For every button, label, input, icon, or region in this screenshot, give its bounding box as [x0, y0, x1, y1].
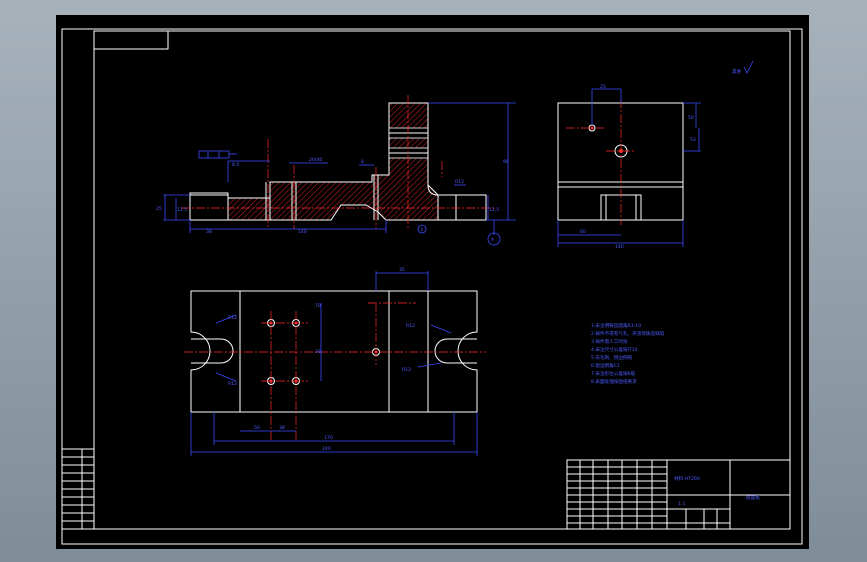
- dim-text: 12.5: [489, 207, 499, 213]
- tech-req-line: 1.未注明铸造圆角R3-10: [591, 322, 641, 329]
- dim-text: R12: [228, 381, 237, 387]
- tech-req-line: 8.表面处理按图纸要求: [591, 378, 637, 385]
- dim-text: 38: [315, 349, 321, 355]
- dim-text: 53: [690, 137, 696, 143]
- dim-text: R12: [402, 367, 411, 373]
- dim-text: 12.5: [177, 207, 187, 213]
- inner-border: [93, 30, 791, 530]
- dim-text: R12: [228, 315, 237, 321]
- dim-text: 140: [615, 244, 624, 250]
- title-material: 材料:HT200: [674, 475, 700, 482]
- code-box: [93, 30, 169, 50]
- tech-req-line: 3.铸件需人工时效: [591, 338, 628, 345]
- cad-viewport[interactable]: 其余 25 12.5 38 140 8.5 20/40 8 90 12.5 R1…: [0, 0, 867, 562]
- revision-strip: [61, 448, 95, 530]
- datum-label: A: [491, 237, 495, 243]
- drawing-sheet[interactable]: 其余 25 12.5 38 140 8.5 20/40 8 90 12.5 R1…: [56, 15, 809, 549]
- outer-border: [61, 28, 803, 545]
- tech-requirements: 1.未注明铸造圆角R3-10 2.铸件不得有气孔、夹渣等铸造缺陷 3.铸件需人工…: [591, 322, 665, 385]
- side-view: 25 50 53 60 140: [557, 84, 701, 250]
- dim-text: 90: [503, 159, 509, 165]
- title-scale: 1:1: [678, 501, 685, 507]
- tech-req-line: 5.去毛刺、锐边倒钝: [591, 354, 633, 361]
- tech-req-line: 6.锐边倒角C1: [591, 362, 620, 369]
- dim-text: R12: [406, 323, 415, 329]
- tech-req-line: 2.铸件不得有气孔、夹渣等铸造缺陷: [591, 330, 665, 337]
- roughness-note: 其余: [732, 68, 742, 75]
- dim-text: 240: [322, 446, 331, 452]
- datum-symbol-small: 3: [420, 227, 423, 233]
- dim-text: 8: [361, 159, 364, 165]
- title-part-name: 底座板: [746, 494, 760, 501]
- drawing-canvas: 其余 25 12.5 38 140 8.5 20/40 8 90 12.5 R1…: [61, 28, 803, 545]
- dim-text: R12: [455, 179, 464, 185]
- dim-text: 170: [324, 435, 333, 441]
- dim-text: 25: [156, 206, 162, 212]
- title-block: 材料:HT200 底座板 1:1: [566, 459, 791, 530]
- dim-text: 35: [399, 267, 405, 273]
- tech-req-line: 4.未注尺寸公差按IT14: [591, 346, 638, 353]
- dim-text: 60: [580, 229, 586, 235]
- dim-text: 25: [600, 84, 606, 90]
- roughness-symbol: 其余: [732, 60, 754, 75]
- dim-text: 8.5: [232, 162, 239, 168]
- dim-text: 38: [206, 229, 212, 235]
- top-view: 35 70 38 R12 R12 R12 R12 50 38 170 240: [184, 267, 486, 456]
- dim-text: 38: [279, 425, 285, 431]
- dim-text: 50: [254, 425, 260, 431]
- front-section-view: 25 12.5 38 140 8.5 20/40 8 90 12.5 R12 3…: [156, 95, 516, 246]
- dim-text: 70: [315, 303, 321, 309]
- tech-req-line: 7.未注形位公差按K级: [591, 370, 636, 377]
- dim-text: 20/40: [309, 157, 322, 163]
- dim-text: 140: [298, 229, 307, 235]
- dim-text: 50: [688, 115, 694, 121]
